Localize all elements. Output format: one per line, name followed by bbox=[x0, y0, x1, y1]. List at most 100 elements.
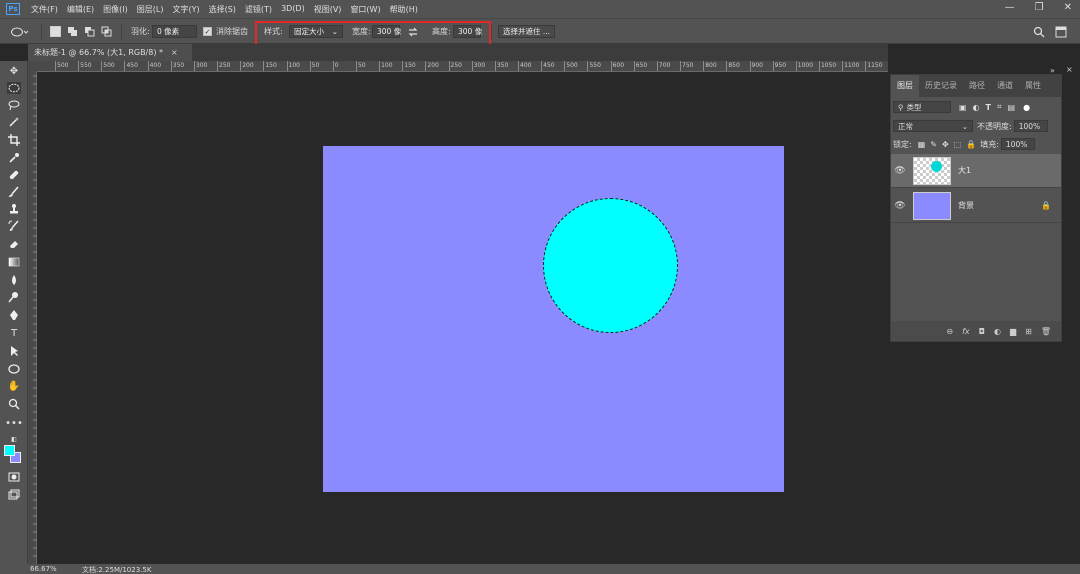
close-panel-icon[interactable]: × bbox=[1066, 65, 1073, 74]
elliptical-marquee-tool-icon[interactable] bbox=[7, 82, 21, 94]
lock-pixels-icon[interactable]: ✎ bbox=[930, 140, 937, 149]
menu-3d[interactable]: 3D(D) bbox=[281, 4, 305, 15]
add-mask-icon[interactable]: ◘ bbox=[979, 327, 985, 336]
ruler-tick bbox=[448, 61, 450, 71]
gradient-tool-icon[interactable] bbox=[7, 256, 21, 268]
zoom-tool-icon[interactable] bbox=[7, 398, 21, 410]
filter-adjustment-icon[interactable]: ◐ bbox=[973, 103, 980, 112]
lock-position-icon[interactable]: ✥ bbox=[942, 140, 949, 149]
eyedropper-tool-icon[interactable] bbox=[7, 152, 21, 164]
type-tool-icon[interactable]: T bbox=[7, 327, 21, 339]
foreground-color-swatch[interactable] bbox=[4, 445, 15, 456]
ruler-tick bbox=[494, 61, 496, 71]
fill-input[interactable]: 100% bbox=[1000, 138, 1035, 150]
search-icon[interactable] bbox=[1033, 24, 1045, 39]
add-selection-icon[interactable] bbox=[67, 24, 79, 39]
ruler-label: 500 bbox=[566, 62, 578, 69]
elliptical-marquee-preset-icon[interactable] bbox=[10, 24, 30, 39]
layers-panel: 图层 历史记录 路径 通道 属性 ⚲ 类型 ▣ ◐ T ⌗ ▤ ● 正常 ⌄ 不… bbox=[890, 74, 1062, 342]
layer-row-background[interactable]: 👁 背景 🔒 bbox=[891, 189, 1061, 223]
link-layers-icon[interactable]: ⊖ bbox=[946, 327, 953, 336]
document-tab[interactable]: 未标题-1 @ 66.7% (大1, RGB/8) * × bbox=[28, 44, 192, 61]
ruler-tick bbox=[355, 61, 357, 71]
blur-tool-icon[interactable] bbox=[7, 274, 21, 286]
feather-input[interactable]: 0 像素 bbox=[152, 25, 197, 38]
more-tools-icon[interactable]: ••• bbox=[5, 417, 23, 429]
delete-layer-icon[interactable]: 🗑 bbox=[1041, 327, 1051, 336]
document-canvas[interactable] bbox=[323, 146, 784, 492]
new-selection-icon[interactable] bbox=[50, 24, 61, 39]
path-selection-tool-icon[interactable] bbox=[7, 345, 21, 357]
filter-toggle-icon[interactable]: ● bbox=[1023, 103, 1030, 112]
quick-mask-icon[interactable] bbox=[7, 471, 21, 483]
antialias-checkbox[interactable]: ✓ 消除锯齿 bbox=[203, 24, 248, 39]
lasso-tool-icon[interactable] bbox=[7, 99, 21, 111]
blend-mode-select[interactable]: 正常 ⌄ bbox=[893, 120, 973, 132]
layer-row-circle[interactable]: 👁 大1 bbox=[891, 154, 1061, 188]
circle-selection[interactable] bbox=[543, 198, 678, 333]
brush-tool-icon[interactable] bbox=[7, 186, 21, 198]
menu-edit[interactable]: 编辑(E) bbox=[67, 4, 94, 15]
new-layer-icon[interactable]: ⊞ bbox=[1025, 327, 1032, 336]
menu-type[interactable]: 文字(Y) bbox=[172, 4, 199, 15]
close-tab-icon[interactable]: × bbox=[171, 48, 178, 57]
select-and-mask-button[interactable]: 选择并遮住 ... bbox=[498, 25, 556, 38]
tab-layers[interactable]: 图层 bbox=[891, 75, 919, 97]
lock-transparent-icon[interactable]: ▦ bbox=[918, 140, 926, 149]
new-group-icon[interactable]: ▆ bbox=[1010, 327, 1016, 336]
filter-type-icon[interactable]: T bbox=[986, 103, 991, 112]
visibility-eye-icon[interactable]: 👁 bbox=[891, 166, 909, 176]
filter-smart-object-icon[interactable]: ▤ bbox=[1008, 103, 1016, 112]
layer-thumbnail-shape bbox=[931, 160, 942, 172]
close-button[interactable]: ✕ bbox=[1064, 2, 1072, 13]
ruler-tick bbox=[101, 61, 103, 71]
menu-image[interactable]: 图像(I) bbox=[103, 4, 128, 15]
workspace-switcher-icon[interactable] bbox=[1055, 24, 1067, 39]
adjustment-layer-icon[interactable]: ◐ bbox=[994, 327, 1001, 336]
ruler-label: 50 bbox=[357, 62, 366, 69]
document-info: 文档:2.25M/1023.5K bbox=[82, 566, 152, 574]
zoom-level[interactable]: 66.67% bbox=[30, 565, 57, 573]
ruler-label: 1000 bbox=[797, 62, 814, 69]
ruler-label: 1150 bbox=[867, 62, 883, 69]
eraser-tool-icon[interactable] bbox=[7, 238, 21, 250]
tab-channels[interactable]: 通道 bbox=[991, 75, 1019, 97]
menu-view[interactable]: 视图(V) bbox=[314, 4, 342, 15]
dodge-tool-icon[interactable] bbox=[7, 291, 21, 303]
menu-layer[interactable]: 图层(L) bbox=[137, 4, 164, 15]
layer-filter-select[interactable]: ⚲ 类型 bbox=[893, 101, 951, 113]
ruler-tick bbox=[610, 61, 612, 71]
ruler-label: 650 bbox=[635, 62, 648, 69]
move-tool-icon[interactable]: ✥ bbox=[7, 65, 21, 77]
tab-paths[interactable]: 路径 bbox=[963, 75, 991, 97]
menu-help[interactable]: 帮助(H) bbox=[390, 4, 418, 15]
pen-tool-icon[interactable] bbox=[7, 309, 21, 321]
menu-select[interactable]: 选择(S) bbox=[209, 4, 236, 15]
lock-artboard-icon[interactable]: ⬚ bbox=[954, 140, 962, 149]
visibility-eye-icon[interactable]: 👁 bbox=[891, 201, 909, 211]
menu-filter[interactable]: 滤镜(T) bbox=[245, 4, 272, 15]
opacity-input[interactable]: 100% bbox=[1013, 120, 1048, 132]
hand-tool-icon[interactable]: ✋ bbox=[7, 380, 21, 392]
default-colors-icon[interactable]: ◧ bbox=[7, 433, 21, 445]
history-brush-tool-icon[interactable] bbox=[7, 220, 21, 232]
magic-wand-tool-icon[interactable] bbox=[7, 116, 21, 128]
lock-all-icon[interactable]: 🔒 bbox=[966, 140, 976, 149]
minimize-button[interactable]: — bbox=[1005, 2, 1015, 13]
filter-shape-icon[interactable]: ⌗ bbox=[997, 102, 1002, 112]
ellipse-tool-icon[interactable] bbox=[7, 363, 21, 375]
intersect-selection-icon[interactable] bbox=[101, 24, 113, 39]
menu-window[interactable]: 窗口(W) bbox=[350, 4, 380, 15]
subtract-selection-icon[interactable] bbox=[84, 24, 96, 39]
screen-mode-icon[interactable] bbox=[7, 489, 21, 501]
tab-history[interactable]: 历史记录 bbox=[919, 75, 963, 97]
clone-stamp-tool-icon[interactable] bbox=[7, 203, 21, 215]
layer-style-icon[interactable]: fx bbox=[962, 327, 970, 336]
healing-brush-tool-icon[interactable] bbox=[7, 169, 21, 181]
tab-properties[interactable]: 属性 bbox=[1019, 75, 1047, 97]
crop-tool-icon[interactable] bbox=[7, 134, 21, 146]
restore-button[interactable]: ❐ bbox=[1035, 2, 1044, 13]
menu-file[interactable]: 文件(F) bbox=[31, 4, 58, 15]
ruler-tick bbox=[78, 61, 80, 71]
filter-pixel-icon[interactable]: ▣ bbox=[959, 103, 967, 112]
